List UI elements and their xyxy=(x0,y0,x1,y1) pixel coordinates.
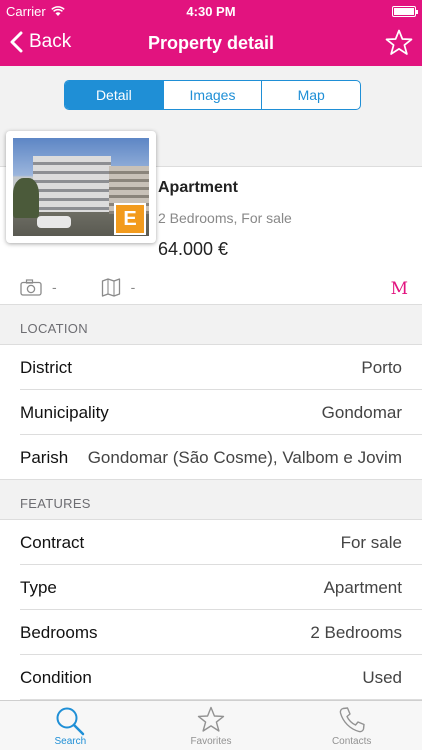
district-row: District Porto xyxy=(0,345,422,390)
brand-logo: M xyxy=(390,279,408,299)
star-icon xyxy=(197,706,225,732)
tab-detail[interactable]: Detail xyxy=(65,81,163,109)
condition-label: Condition xyxy=(20,668,92,687)
contract-label: Contract xyxy=(20,533,85,552)
tab-bar: Search Favorites Contacts xyxy=(0,700,422,750)
parish-label: Parish xyxy=(20,448,69,467)
listing-summary: E Apartment 2 Bedrooms, For sale 64.000 … xyxy=(0,131,422,304)
property-thumbnail[interactable]: E xyxy=(6,131,156,243)
photo-count: - xyxy=(52,279,57,295)
tab-contacts-label: Contacts xyxy=(331,736,372,747)
features-header-label: FEATURES xyxy=(20,496,91,511)
municipality-row: Municipality Gondomar xyxy=(0,390,422,435)
type-row: Type Apartment xyxy=(0,565,422,610)
property-subtitle: 2 Bedrooms, For sale xyxy=(158,210,292,226)
location-header-label: LOCATION xyxy=(20,321,88,336)
battery-icon xyxy=(392,6,418,17)
contract-value: For sale xyxy=(340,533,402,552)
condition-row: Condition Used xyxy=(0,655,422,700)
type-label: Type xyxy=(20,578,57,597)
parish-row: Parish Gondomar (São Cosme), Valbom e Jo… xyxy=(0,435,422,480)
star-icon xyxy=(385,29,413,55)
energy-rating-badge: E xyxy=(114,203,146,235)
parish-value: Gondomar (São Cosme), Valbom e Jovim xyxy=(87,448,402,467)
condition-value: Used xyxy=(362,668,402,687)
page-title: Property detail xyxy=(147,33,275,53)
listing-meta: - - xyxy=(20,277,169,297)
contract-row: Contract For sale xyxy=(0,520,422,565)
location-section-header: LOCATION xyxy=(0,304,422,345)
bedrooms-label: Bedrooms xyxy=(20,623,98,642)
type-value: Apartment xyxy=(323,578,402,597)
tab-search[interactable]: Search xyxy=(0,701,141,750)
favorite-button[interactable] xyxy=(384,28,414,63)
detail-segmented-control: Detail Images Map xyxy=(64,80,361,110)
navigation-bar: Back Property detail xyxy=(0,22,422,66)
phone-icon xyxy=(339,707,365,733)
camera-icon xyxy=(20,278,42,296)
tab-contacts[interactable]: Contacts xyxy=(281,701,422,750)
tab-search-label: Search xyxy=(54,736,87,747)
tab-favorites-label: Favorites xyxy=(190,736,232,747)
map-plan-icon xyxy=(101,278,120,297)
municipality-value: Gondomar xyxy=(321,403,402,422)
status-time: 4:30 PM xyxy=(186,4,236,19)
municipality-label: Municipality xyxy=(20,403,109,422)
plan-count: - xyxy=(130,279,136,295)
property-price: 64.000 € xyxy=(158,239,229,259)
features-section-header: FEATURES xyxy=(0,479,422,520)
search-icon xyxy=(56,707,85,736)
tab-favorites[interactable]: Favorites xyxy=(141,701,282,750)
property-type: Apartment xyxy=(158,179,239,196)
bedrooms-value: 2 Bedrooms xyxy=(310,623,402,642)
district-value: Porto xyxy=(361,358,402,377)
bedrooms-row: Bedrooms 2 Bedrooms xyxy=(0,610,422,655)
tab-images[interactable]: Images xyxy=(162,81,262,109)
tab-map[interactable]: Map xyxy=(261,81,360,109)
status-bar: Carrier 4:30 PM xyxy=(0,0,422,22)
district-label: District xyxy=(20,358,72,377)
